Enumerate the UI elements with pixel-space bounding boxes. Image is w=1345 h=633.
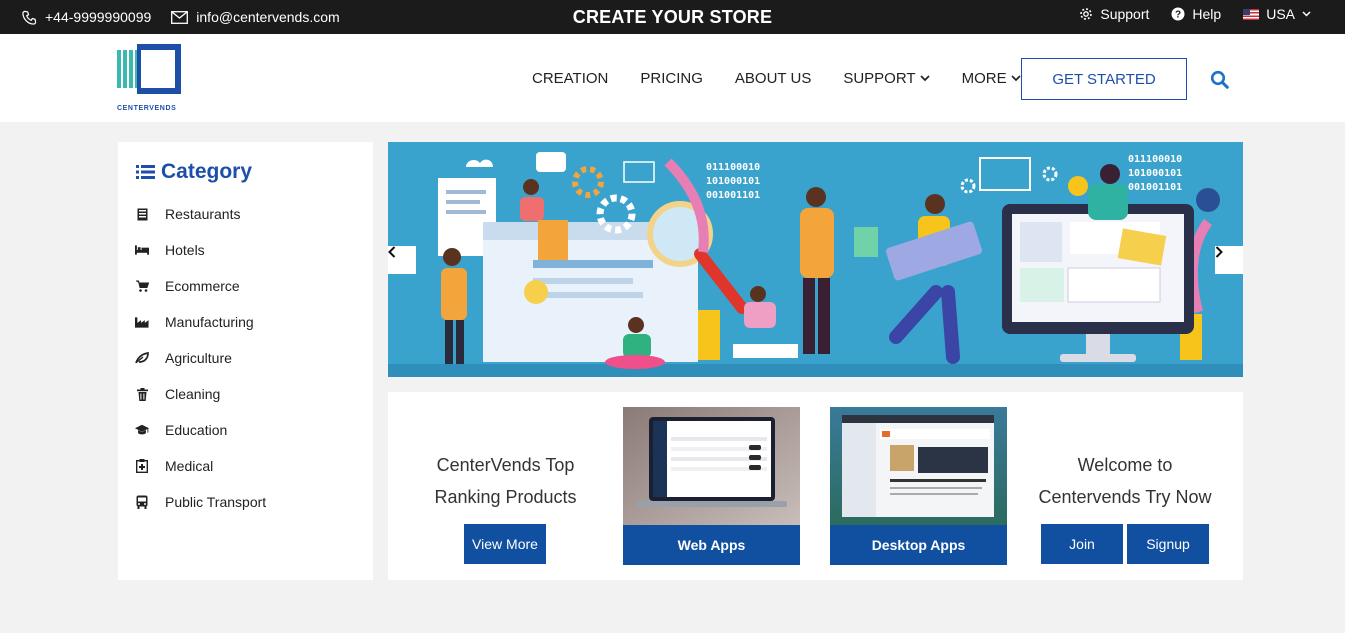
svg-text:101000101: 101000101 [706, 176, 760, 187]
view-more-button[interactable]: View More [464, 524, 546, 564]
envelope-icon [171, 10, 189, 24]
category-item-ecommerce[interactable]: Ecommerce [135, 268, 266, 304]
centervends-logo[interactable]: CENTERVENDS [117, 44, 183, 114]
graduation-cap-icon [135, 423, 149, 437]
chevron-left-icon [388, 246, 396, 258]
svg-text:001001101: 001001101 [1128, 182, 1182, 193]
svg-text:001001101: 001001101 [706, 190, 760, 201]
country-label: USA [1266, 6, 1295, 22]
help-label: Help [1192, 6, 1222, 22]
category-item-education[interactable]: Education [135, 412, 266, 448]
hero-banner: 011100010 101000101 001001101 011100010 … [388, 142, 1243, 377]
nav-item-support[interactable]: SUPPORT [843, 70, 930, 87]
help-link[interactable]: ? Help [1171, 6, 1221, 22]
medical-icon [135, 459, 149, 473]
nav-item-more[interactable]: MORE [962, 70, 1021, 87]
category-item-cleaning[interactable]: Cleaning [135, 376, 266, 412]
svg-text:101000101: 101000101 [1128, 168, 1182, 179]
country-selector[interactable]: USA [1243, 6, 1311, 22]
desktop-apps-button[interactable]: Desktop Apps [830, 525, 1007, 565]
main-header: CENTERVENDS CREATION PRICING ABOUT US SU… [0, 34, 1345, 122]
desktop-apps-card[interactable]: Desktop Apps [830, 407, 1007, 565]
category-item-manufacturing[interactable]: Manufacturing [135, 304, 266, 340]
top-bar: +44-9999990099 info@centervends.com CREA… [0, 0, 1345, 34]
main-nav: CREATION PRICING ABOUT US SUPPORT MORE [532, 34, 1021, 122]
cart-icon [135, 279, 149, 293]
category-heading: Category [136, 160, 252, 184]
desktop-apps-thumbnail [830, 407, 1007, 525]
chevron-down-icon [1010, 74, 1021, 81]
bus-icon [135, 495, 149, 509]
promo-headline[interactable]: CREATE YOUR STORE [573, 7, 772, 27]
leaf-icon [135, 351, 149, 365]
carousel-prev-button[interactable] [388, 246, 416, 274]
phone-icon [22, 10, 37, 25]
signup-button[interactable]: Signup [1127, 524, 1209, 564]
svg-text:?: ? [1175, 10, 1181, 21]
chevron-down-icon [1302, 11, 1311, 17]
phone-contact[interactable]: +44-9999990099 [22, 9, 151, 25]
web-apps-thumbnail [623, 407, 800, 525]
email-contact[interactable]: info@centervends.com [171, 9, 340, 25]
logo-wordmark: CENTERVENDS [117, 105, 177, 112]
nav-item-creation[interactable]: CREATION [532, 70, 608, 87]
welcome-blurb: Welcome to Centervends Try Now [1038, 455, 1212, 507]
list-icon [136, 165, 155, 179]
carousel-next-button[interactable] [1215, 246, 1243, 274]
category-item-agriculture[interactable]: Agriculture [135, 340, 266, 376]
category-sidebar: Category Restaurants Hotels Ecommerce Ma… [118, 142, 373, 580]
chevron-right-icon [1215, 246, 1223, 258]
contact-info: +44-9999990099 info@centervends.com [22, 0, 340, 34]
category-item-restaurants[interactable]: Restaurants [135, 196, 266, 232]
get-started-button[interactable]: GET STARTED [1021, 58, 1187, 100]
restaurant-icon [135, 207, 149, 221]
web-apps-card[interactable]: Web Apps [623, 407, 800, 565]
us-flag-icon [1243, 8, 1260, 20]
support-label: Support [1100, 6, 1150, 22]
category-list: Restaurants Hotels Ecommerce Manufacturi… [135, 196, 266, 520]
trash-icon [135, 387, 149, 401]
promo-strip: CenterVends Top Ranking Products View Mo… [388, 392, 1243, 580]
top-ranking-blurb: CenterVends Top Ranking Products [434, 455, 577, 507]
svg-text:011100010: 011100010 [706, 162, 760, 173]
phone-number: +44-9999990099 [45, 9, 152, 25]
hero-illustration: 011100010 101000101 001001101 011100010 … [388, 152, 1243, 377]
search-icon[interactable] [1210, 70, 1230, 90]
nav-item-pricing[interactable]: PRICING [640, 70, 703, 87]
factory-icon [135, 315, 149, 329]
web-apps-button[interactable]: Web Apps [623, 525, 800, 565]
support-link[interactable]: Support [1079, 6, 1149, 22]
join-button[interactable]: Join [1041, 524, 1123, 564]
question-circle-icon: ? [1171, 7, 1185, 21]
svg-text:011100010: 011100010 [1128, 154, 1182, 165]
bed-icon [135, 243, 149, 257]
nav-item-about-us[interactable]: ABOUT US [735, 70, 811, 87]
gear-icon [1080, 8, 1093, 20]
category-item-medical[interactable]: Medical [135, 448, 266, 484]
category-item-public-transport[interactable]: Public Transport [135, 484, 266, 520]
category-item-hotels[interactable]: Hotels [135, 232, 266, 268]
chevron-down-icon [919, 74, 930, 81]
email-address: info@centervends.com [196, 9, 340, 25]
